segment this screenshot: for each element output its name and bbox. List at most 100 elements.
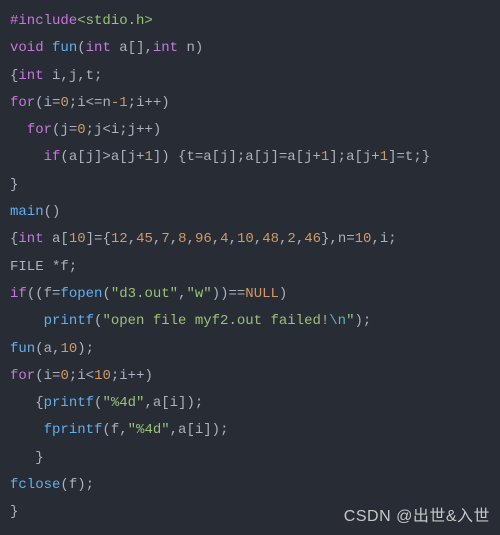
code-token: "%4d" xyxy=(102,395,144,411)
code-token: ))== xyxy=(212,286,246,302)
code-line: main() xyxy=(10,199,490,226)
watermark-text: CSDN @出世&入世 xyxy=(344,502,490,526)
code-token: 10 xyxy=(94,368,111,384)
code-token: ;i< xyxy=(69,368,94,384)
code-token: () xyxy=(44,204,61,220)
code-line: #include<stdio.h> xyxy=(10,8,490,35)
code-token: a[ xyxy=(44,231,69,247)
code-token: ((f= xyxy=(27,286,61,302)
code-token: ]=t;} xyxy=(388,149,430,165)
code-token: (j= xyxy=(52,122,77,138)
code-token: 12 xyxy=(111,231,128,247)
code-line: fun(a,10); xyxy=(10,336,490,363)
code-token: , xyxy=(128,231,136,247)
code-token: 46 xyxy=(304,231,321,247)
code-token: fopen xyxy=(60,286,102,302)
code-token: 10 xyxy=(60,341,77,357)
code-line: {printf("%4d",a[i]); xyxy=(10,390,490,417)
code-token: 10 xyxy=(355,231,372,247)
code-token: (f); xyxy=(60,477,94,493)
code-token: ,a[i]); xyxy=(170,422,229,438)
code-token: ); xyxy=(77,341,94,357)
code-token: ]={ xyxy=(86,231,111,247)
code-token: if xyxy=(10,286,27,302)
code-token: , xyxy=(170,231,178,247)
code-token: ,i; xyxy=(371,231,396,247)
code-token: ( xyxy=(102,286,110,302)
code-line: printf("open file myf2.out failed!\n"); xyxy=(10,308,490,335)
code-token: "%4d" xyxy=(128,422,170,438)
code-token: ;i<=n xyxy=(69,95,111,111)
code-token: ;j<i;j++) xyxy=(86,122,162,138)
code-token: fun xyxy=(10,341,35,357)
code-token: int xyxy=(18,68,43,84)
code-token: ); xyxy=(355,313,372,329)
code-token: },n= xyxy=(321,231,355,247)
code-token: 10 xyxy=(237,231,254,247)
code-token: (a[j]>a[j+ xyxy=(60,149,144,165)
code-token: for xyxy=(27,122,52,138)
code-line: for(j=0;j<i;j++) xyxy=(10,117,490,144)
code-token: } xyxy=(10,504,18,520)
code-token: , xyxy=(187,231,195,247)
code-token: ;i++) xyxy=(111,368,153,384)
code-token: int xyxy=(86,40,111,56)
code-token: , xyxy=(229,231,237,247)
code-token: #include xyxy=(10,13,77,29)
code-token: 4 xyxy=(220,231,228,247)
code-token: fun xyxy=(52,40,77,56)
code-token xyxy=(10,122,27,138)
code-token: "w" xyxy=(186,286,211,302)
code-token: fclose xyxy=(10,477,60,493)
code-token: 2 xyxy=(287,231,295,247)
code-token: , xyxy=(296,231,304,247)
code-token: 0 xyxy=(60,368,68,384)
code-token: ;i++) xyxy=(128,95,170,111)
code-token: NULL xyxy=(245,286,279,302)
code-token: 48 xyxy=(262,231,279,247)
code-token: int xyxy=(153,40,178,56)
code-block: #include<stdio.h>void fun(int a[],int n)… xyxy=(0,0,500,535)
code-token: " xyxy=(346,313,354,329)
code-token: 45 xyxy=(136,231,153,247)
code-token: if xyxy=(44,149,61,165)
code-line: if((f=fopen("d3.out","w"))==NULL) xyxy=(10,281,490,308)
code-token: ];a[j+ xyxy=(329,149,379,165)
code-line: {int i,j,t; xyxy=(10,63,490,90)
code-token: n) xyxy=(178,40,203,56)
code-line: void fun(int a[],int n) xyxy=(10,35,490,62)
code-line: if(a[j]>a[j+1]) {t=a[j];a[j]=a[j+1];a[j+… xyxy=(10,144,490,171)
code-token: , xyxy=(254,231,262,247)
code-token: , xyxy=(212,231,220,247)
code-token xyxy=(10,422,44,438)
code-line: for(i=0;i<10;i++) xyxy=(10,363,490,390)
code-token: 1 xyxy=(144,149,152,165)
code-token: -1 xyxy=(111,95,128,111)
code-token: (a, xyxy=(35,341,60,357)
code-token: int xyxy=(18,231,43,247)
code-line: for(i=0;i<=n-1;i++) xyxy=(10,90,490,117)
code-line: fprintf(f,"%4d",a[i]); xyxy=(10,417,490,444)
code-token: fprintf xyxy=(44,422,103,438)
code-token: void xyxy=(10,40,44,56)
code-token: { xyxy=(10,395,44,411)
code-token xyxy=(44,40,52,56)
code-token xyxy=(10,149,44,165)
code-token: 0 xyxy=(77,122,85,138)
code-token: 96 xyxy=(195,231,212,247)
code-token: 7 xyxy=(161,231,169,247)
code-line: FILE *f; xyxy=(10,254,490,281)
code-token: FILE *f; xyxy=(10,259,77,275)
code-token: (f, xyxy=(102,422,127,438)
code-token: "open file myf2.out failed! xyxy=(102,313,329,329)
code-token: ( xyxy=(77,40,85,56)
code-token: (i= xyxy=(35,95,60,111)
code-token: <stdio.h> xyxy=(77,13,153,29)
code-token: 0 xyxy=(60,95,68,111)
code-line: fclose(f); xyxy=(10,472,490,499)
code-token: for xyxy=(10,95,35,111)
code-token: printf xyxy=(44,395,94,411)
code-line: } xyxy=(10,172,490,199)
code-token: ]) {t=a[j];a[j]=a[j+ xyxy=(153,149,321,165)
code-token: \n xyxy=(329,313,346,329)
